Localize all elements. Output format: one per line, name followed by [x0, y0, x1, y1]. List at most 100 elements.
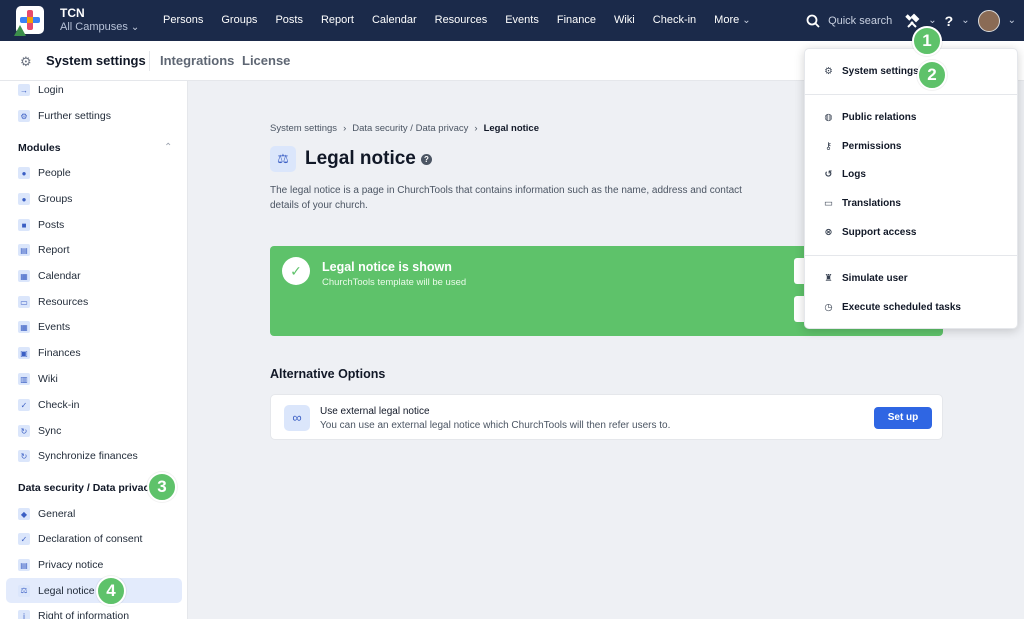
consent-icon: ✓ [18, 533, 30, 545]
translate-icon: ▭ [824, 198, 833, 209]
quick-search[interactable]: Quick search [806, 14, 892, 28]
settings-icon: ⚙ [18, 110, 30, 122]
checkin-icon: ✓ [18, 399, 30, 411]
chevron-down-icon[interactable]: ⌄ [928, 15, 936, 26]
menu-item-execute-scheduled-tasks[interactable]: ◷ Execute scheduled tasks [823, 302, 961, 313]
sidebar-item-people[interactable]: ● People [6, 162, 182, 184]
sidebar-item-synchronize-finances[interactable]: ↻ Synchronize finances [6, 445, 182, 467]
breadcrumb: System settings › Data security / Data p… [270, 123, 539, 134]
admin-tools-icon[interactable] [904, 13, 920, 29]
chevron-right-icon: › [343, 123, 347, 134]
menu-item-permissions[interactable]: ⚷ Permissions [823, 141, 901, 152]
help-icon[interactable]: ? [945, 13, 954, 29]
sidebar-item-general[interactable]: ◆ General [6, 503, 182, 525]
globe-icon: ◍ [824, 112, 833, 123]
sidebar-item-events[interactable]: ▦ Events [6, 316, 182, 338]
clock-icon: ◷ [824, 302, 833, 313]
nav-more[interactable]: More ⌄ [705, 0, 760, 41]
tab-license[interactable]: License [242, 53, 290, 68]
breadcrumb-data-privacy[interactable]: Data security / Data privacy [352, 123, 468, 134]
sidebar-item-posts[interactable]: ■ Posts [6, 214, 182, 236]
sidebar-item-groups[interactable]: ● Groups [6, 188, 182, 210]
nav-more-label: More [714, 14, 740, 26]
user-secret-icon: ♜ [824, 273, 833, 284]
sidebar-item-calendar[interactable]: ▦ Calendar [6, 265, 182, 287]
admin-dropdown-menu: ⚙ System settings ◍ Public relations ⚷ Perm… [804, 48, 1018, 329]
tab-integrations[interactable]: Integrations [160, 53, 234, 68]
chevron-up-icon[interactable]: ⌃ [164, 142, 172, 153]
chevron-down-icon[interactable]: ⌄ [1008, 15, 1016, 26]
campus-label: All Campuses [60, 21, 128, 33]
sidebar-item-privacy-notice[interactable]: ▤ Privacy notice [6, 554, 182, 576]
link-icon: ∞ [284, 405, 310, 431]
shield-icon: ◆ [18, 508, 30, 520]
menu-item-support-access[interactable]: ⊗ Support access [823, 227, 917, 238]
menu-item-system-settings[interactable]: ⚙ System settings [823, 66, 918, 77]
breadcrumb-current: Legal notice [483, 123, 539, 134]
banner-subtitle: ChurchTools template will be used [322, 277, 467, 288]
nav-events[interactable]: Events [496, 0, 548, 41]
login-icon: → [18, 84, 30, 96]
sidebar-item-checkin[interactable]: ✓ Check-in [6, 394, 182, 416]
settings-sidebar: → Login ⚙ Further settings Modules ⌃ ● Peop… [0, 81, 188, 619]
step-marker-2: 2 [917, 60, 947, 90]
privacy-notice-icon: ▤ [18, 559, 30, 571]
sidebar-item-report[interactable]: ▤ Report [6, 239, 182, 261]
sidebar-item-resources[interactable]: ▭ Resources [6, 291, 182, 313]
divider [805, 94, 1017, 95]
key-icon: ⚷ [825, 141, 832, 152]
nav-groups[interactable]: Groups [212, 0, 266, 41]
menu-item-logs[interactable]: ↺ Logs [823, 169, 866, 180]
sync-finances-icon: ↻ [18, 450, 30, 462]
finances-icon: ▣ [18, 347, 30, 359]
nav-persons[interactable]: Persons [154, 0, 212, 41]
setup-button[interactable]: Set up [874, 407, 932, 429]
nav-posts[interactable]: Posts [266, 0, 312, 41]
scale-icon: ⚖ [18, 584, 30, 597]
menu-item-simulate-user[interactable]: ♜ Simulate user [823, 273, 907, 284]
sidebar-item-declaration-of-consent[interactable]: ✓ Declaration of consent [6, 528, 182, 550]
sidebar-item-right-of-information[interactable]: i Right of information [6, 605, 182, 619]
option-description: You can use an external legal notice whi… [320, 420, 671, 431]
search-icon [806, 14, 820, 28]
tab-system-settings[interactable]: System settings [46, 53, 146, 68]
chevron-down-icon[interactable]: ⌄ [961, 15, 969, 26]
nav-resources[interactable]: Resources [426, 0, 497, 41]
sidebar-item-wiki[interactable]: ▥ Wiki [6, 368, 182, 390]
divider [149, 51, 150, 71]
banner-title: Legal notice is shown [322, 260, 452, 274]
search-placeholder: Quick search [828, 14, 893, 27]
nav-wiki[interactable]: Wiki [605, 0, 644, 41]
help-icon[interactable]: ? [421, 154, 432, 165]
calendar-icon: ▦ [18, 270, 30, 282]
nav-report[interactable]: Report [312, 0, 363, 41]
sidebar-item-legal-notice[interactable]: ⚖ Legal notice [6, 578, 182, 603]
posts-icon: ■ [18, 219, 30, 231]
sidebar-item-login[interactable]: → Login [6, 81, 182, 101]
lifebuoy-icon: ⊗ [824, 227, 833, 238]
breadcrumb-system-settings[interactable]: System settings [270, 123, 337, 134]
nav-finance[interactable]: Finance [548, 0, 605, 41]
sidebar-item-sync[interactable]: ↻ Sync [6, 420, 182, 442]
menu-item-translations[interactable]: ▭ Translations [823, 198, 901, 209]
nav-calendar[interactable]: Calendar [363, 0, 426, 41]
sidebar-item-finances[interactable]: ▣ Finances [6, 342, 182, 364]
info-icon: i [18, 610, 30, 619]
sidebar-heading-modules[interactable]: Modules [18, 142, 61, 154]
group-icon: ● [18, 193, 30, 205]
sidebar-item-further-settings[interactable]: ⚙ Further settings [6, 105, 182, 127]
menu-item-public-relations[interactable]: ◍ Public relations [823, 112, 916, 123]
gear-icon: ⚙ [20, 54, 32, 69]
step-marker-1: 1 [912, 26, 942, 56]
step-marker-3: 3 [147, 472, 177, 502]
step-marker-4: 4 [96, 576, 126, 606]
person-icon: ● [18, 167, 30, 179]
user-avatar[interactable] [977, 9, 1000, 32]
nav-checkin[interactable]: Check-in [644, 0, 705, 41]
external-legal-notice-card: ∞ Use external legal notice You can use … [270, 394, 943, 440]
org-switcher[interactable]: TCN All Campuses ⌄ [60, 6, 139, 35]
history-icon: ↺ [824, 169, 833, 180]
sync-icon: ↻ [18, 425, 30, 437]
churchtools-logo[interactable] [8, 5, 48, 37]
resources-icon: ▭ [18, 296, 30, 308]
